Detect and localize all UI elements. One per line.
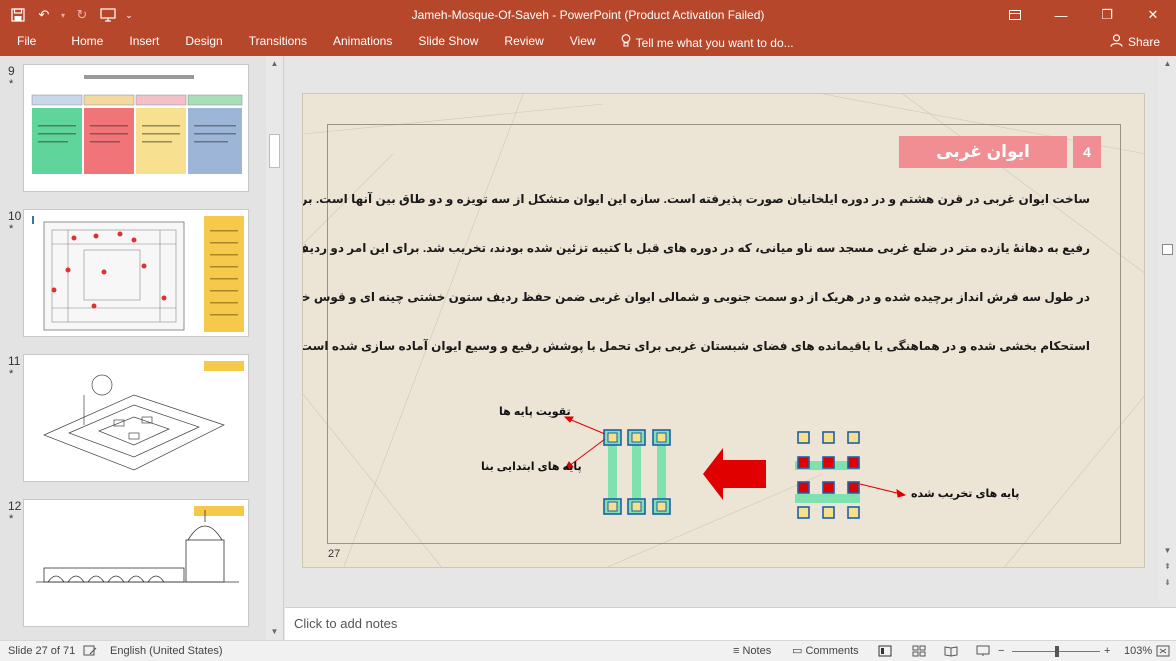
comments-toggle[interactable]: ▭ Comments [792, 641, 859, 661]
thumbnail-preview [23, 64, 249, 192]
notes-toggle[interactable]: ≡ Notes [733, 641, 771, 661]
slide-editing-area: ایوان غربی 4 ساخت ایوان غربی در قرن هشتم… [285, 56, 1176, 607]
customize-qat-icon[interactable]: ⌄ [122, 3, 136, 27]
thumbnail-number: 11 [8, 354, 21, 368]
thumbnail-preview [23, 499, 249, 627]
tab-slide-show[interactable]: Slide Show [405, 30, 491, 56]
label-reinforce-piers: تقویت پایه ها [499, 406, 571, 418]
notes-icon: ≡ [733, 645, 740, 657]
previous-slide-icon[interactable]: ⇞ [1159, 559, 1176, 575]
ribbon-tabs: File Home Insert Design Transitions Anim… [0, 30, 1176, 56]
tab-animations[interactable]: Animations [320, 30, 405, 56]
restore-icon[interactable]: ❐ [1084, 0, 1130, 30]
tab-file[interactable]: File [0, 30, 58, 56]
notes-pane[interactable]: Click to add notes [285, 607, 1176, 640]
title-bar: ↶ ▾ ↻ ⌄ Jameh-Mosque-Of-Saveh - PowerPoi… [0, 0, 1176, 30]
animation-star-icon: * [9, 368, 14, 380]
animation-star-icon: * [9, 513, 14, 525]
animation-star-icon: * [9, 223, 14, 235]
thumbnail-number: 9 [8, 64, 15, 78]
label-destroyed-piers: پایه های تخریب شده [911, 488, 1020, 500]
tab-view[interactable]: View [557, 30, 609, 56]
zoom-slider-thumb[interactable] [1055, 646, 1059, 657]
label-original-piers: پایه های ابتدایی بنا [481, 461, 582, 473]
reinforced-piers-group [603, 429, 671, 515]
undo-dropdown-icon[interactable]: ▾ [58, 3, 68, 27]
close-icon[interactable]: ✕ [1130, 0, 1176, 30]
share-button[interactable]: Share [1110, 30, 1160, 54]
zoom-out-icon[interactable]: − [998, 641, 1004, 661]
scroll-down-icon[interactable]: ▼ [1159, 543, 1176, 559]
tab-design[interactable]: Design [172, 30, 235, 56]
save-icon[interactable] [6, 3, 30, 27]
scroll-up-icon[interactable]: ▲ [1159, 56, 1176, 72]
tab-home[interactable]: Home [58, 30, 116, 56]
next-slide-icon[interactable]: ⇟ [1159, 575, 1176, 591]
original-piers-group [795, 431, 860, 519]
redo-icon[interactable]: ↻ [70, 3, 94, 27]
status-bar: Slide 27 of 71 English (United States) ≡… [0, 640, 1176, 661]
slide-thumbnails-pane: 9 * 10 * 11 * 12 * ▲ ▼ [0, 56, 284, 640]
zoom-level[interactable]: 103% [1124, 641, 1152, 661]
share-label: Share [1127, 35, 1160, 49]
tab-transitions[interactable]: Transitions [236, 30, 320, 56]
ribbon-display-options-icon[interactable] [992, 0, 1038, 30]
slide-scrollbar[interactable]: ▲ ▼ ⇞ ⇟ [1159, 56, 1176, 607]
reading-view-icon[interactable] [944, 641, 958, 661]
lightbulb-icon [621, 32, 631, 54]
slide-page-number: 27 [328, 548, 341, 560]
tell-me-text: Tell me what you want to do... [635, 36, 794, 50]
normal-view-icon[interactable] [878, 641, 892, 661]
thumbnails-scrollbar[interactable]: ▲ ▼ [266, 56, 283, 640]
destroyed-piers [797, 456, 860, 494]
scroll-down-icon[interactable]: ▼ [266, 624, 283, 640]
animation-star-icon: * [9, 78, 14, 90]
undo-icon[interactable]: ↶ [32, 3, 56, 27]
scrollbar-thumb[interactable] [269, 134, 280, 168]
zoom-in-icon[interactable]: + [1104, 641, 1110, 661]
comments-label: Comments [805, 645, 859, 657]
tab-review[interactable]: Review [491, 30, 556, 56]
fit-to-window-icon[interactable] [1156, 641, 1170, 661]
notes-label: Notes [742, 645, 772, 657]
thumbnail-number: 10 [8, 209, 22, 223]
person-icon [1110, 34, 1123, 50]
scrollbar-thumb[interactable] [1162, 244, 1173, 255]
language-indicator[interactable]: English (United States) [110, 641, 223, 661]
transformation-arrow [703, 448, 766, 500]
slide-counter: Slide 27 of 71 [8, 645, 76, 657]
slide-sorter-view-icon[interactable] [912, 641, 926, 661]
tab-insert[interactable]: Insert [116, 30, 172, 56]
thumbnail-preview [23, 209, 249, 337]
thumbnail-number: 12 [8, 499, 22, 513]
thumbnail-preview [23, 354, 249, 482]
comment-icon: ▭ [792, 645, 803, 657]
minimize-icon[interactable]: — [1038, 0, 1084, 30]
slide-show-view-icon[interactable] [976, 641, 990, 661]
start-from-beginning-icon[interactable] [96, 3, 120, 27]
tell-me-search[interactable]: Tell me what you want to do... [609, 32, 794, 54]
scroll-up-icon[interactable]: ▲ [266, 56, 283, 72]
current-slide[interactable]: ایوان غربی 4 ساخت ایوان غربی در قرن هشتم… [302, 93, 1145, 568]
quick-access-toolbar: ↶ ▾ ↻ ⌄ [0, 0, 136, 30]
notes-placeholder[interactable]: Click to add notes [294, 616, 397, 631]
spell-check-icon[interactable] [83, 641, 97, 661]
